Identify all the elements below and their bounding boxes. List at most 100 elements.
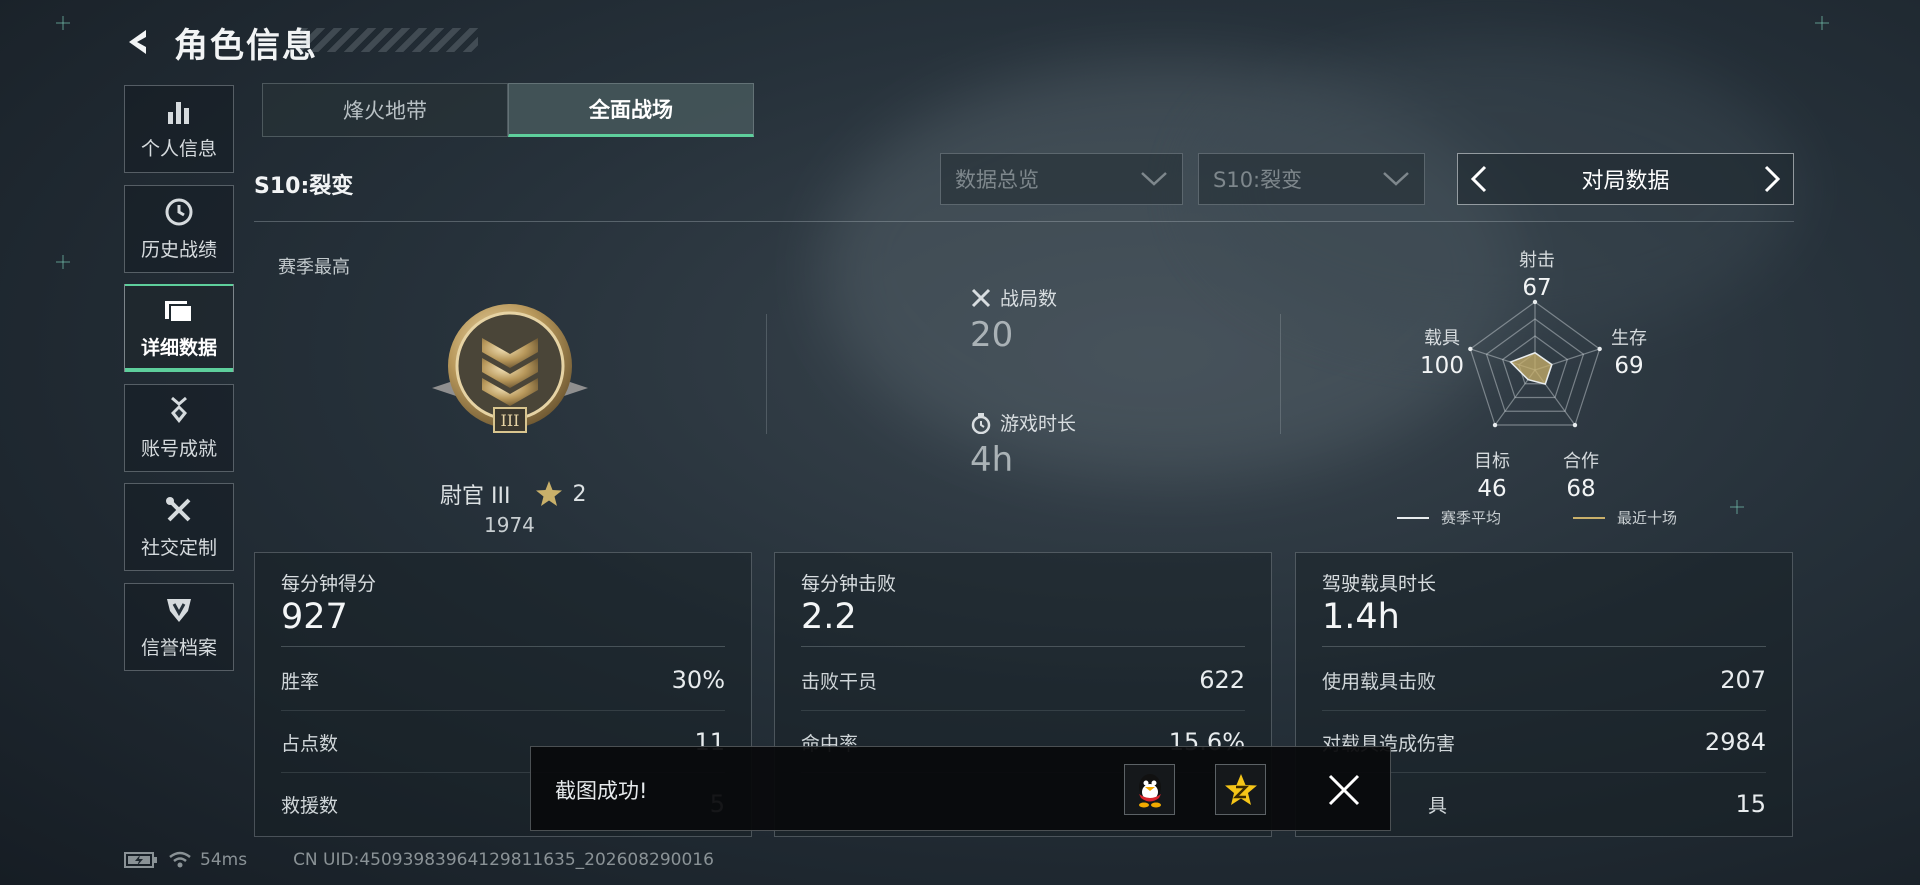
sidebar-item-label: 详细数据 xyxy=(140,336,217,359)
legend-label: 赛季平均 xyxy=(1441,509,1502,527)
divider xyxy=(1322,646,1766,647)
radar-axis-value: 46 xyxy=(1477,476,1507,502)
rank-name: 尉官 III xyxy=(440,484,511,509)
player-uid: CN UID:4509398396412981163​5_20260829001… xyxy=(293,850,714,870)
corner-marker xyxy=(1815,16,1829,30)
toast-message: 截图成功! xyxy=(555,779,648,803)
stat-row: 使用载具击败 207 xyxy=(1322,649,1766,711)
radar-axis-value: 67 xyxy=(1522,275,1552,301)
share-qzone-button[interactable] xyxy=(1215,764,1266,815)
clock-icon xyxy=(165,198,193,225)
screenshot-toast: 截图成功! xyxy=(530,746,1391,831)
playtime-stat: 游戏时长 4h xyxy=(970,409,1076,480)
radar-chart xyxy=(1468,299,1602,428)
back-button[interactable] xyxy=(124,27,154,57)
divider xyxy=(254,221,1794,222)
medal-icon xyxy=(171,396,187,423)
rank-badge-numeral: III xyxy=(501,411,520,430)
stat-value: 15 xyxy=(1735,790,1766,818)
radar-vertex-dot xyxy=(1597,346,1602,352)
sidebar-item-social[interactable]: 社交定制 xyxy=(124,483,234,571)
season-best-label: 赛季最高 xyxy=(278,257,350,278)
stopwatch-icon xyxy=(971,412,991,434)
star-icon xyxy=(1224,773,1257,805)
stat-type-switcher: 对局数据 xyxy=(1457,153,1794,205)
overview-dropdown[interactable]: 数据总览 xyxy=(940,153,1183,205)
penguin-icon xyxy=(1138,773,1161,807)
radar-axis-label: 射击 xyxy=(1519,250,1555,271)
stat-label: 占点数 xyxy=(281,732,339,755)
rank-points: 1974 xyxy=(484,513,535,537)
title-decoration xyxy=(300,28,478,52)
radar-vertex-dot xyxy=(1468,346,1473,352)
radar-axis-value: 100 xyxy=(1420,353,1464,379)
sidebar-item-label: 个人信息 xyxy=(140,137,217,160)
page-title: 角色信息 xyxy=(174,25,318,66)
legend-swatch xyxy=(1573,516,1605,519)
corner-marker xyxy=(56,16,70,30)
star-icon xyxy=(536,481,563,506)
card-title: 驾驶载具时长 xyxy=(1322,573,1437,595)
close-icon[interactable] xyxy=(1327,773,1361,807)
sidebar-item-label: 社交定制 xyxy=(140,536,217,559)
card-main-value: 1.4h xyxy=(1322,597,1400,637)
chevron-down-icon xyxy=(1383,172,1409,186)
radar-vertex-dot xyxy=(1492,422,1498,428)
header: 角色信息 xyxy=(124,18,318,66)
radar-axis-value: 68 xyxy=(1566,476,1596,502)
playtime-value: 4h xyxy=(970,440,1014,480)
radar-data-polygon xyxy=(1509,351,1553,386)
season-label: S10:裂变 xyxy=(254,174,354,199)
chevron-down-icon xyxy=(1141,172,1167,186)
tab-full-battlefield[interactable]: 全面战场 xyxy=(508,83,754,137)
card-main-value: 2.2 xyxy=(801,597,857,637)
stat-value: 30% xyxy=(671,666,725,694)
corner-marker xyxy=(1730,500,1744,514)
stat-label: 胜率 xyxy=(281,670,320,693)
back-arrow-icon xyxy=(129,30,146,54)
share-qq-button[interactable] xyxy=(1124,764,1175,815)
tab-hazard-zone[interactable]: 烽火地带 xyxy=(262,83,508,137)
sidebar-item-credit[interactable]: 信誉档案 xyxy=(124,583,234,671)
radar-axis-label: 合作 xyxy=(1563,451,1599,472)
crossed-swords-icon xyxy=(971,288,991,307)
radar-axis-label: 载具 xyxy=(1424,328,1460,349)
radar-axis-label: 目标 xyxy=(1474,451,1510,472)
status-bar: 54ms CN UID:4509398396412981163​5_202608… xyxy=(124,848,714,872)
divider xyxy=(766,314,767,434)
legend-item-season-average: 赛季平均 xyxy=(1397,507,1501,528)
card-title: 每分钟击败 xyxy=(801,573,897,595)
bar-chart-icon xyxy=(168,101,189,124)
divider xyxy=(1280,314,1281,434)
dropdown-value: 数据总览 xyxy=(955,168,1039,192)
sidebar-item-detailed-data[interactable]: 详细数据 xyxy=(124,284,234,372)
sidebar-item-label: 账号成就 xyxy=(140,437,217,460)
rank-stars: 2 xyxy=(572,481,587,507)
card-main-value: 927 xyxy=(281,597,348,637)
sidebar-item-achievements[interactable]: 账号成就 xyxy=(124,384,234,472)
sidebar-item-personal-info[interactable]: 个人信息 xyxy=(124,85,234,173)
divider xyxy=(801,646,1245,647)
dropdown-value: S10:裂变 xyxy=(1213,168,1303,192)
rank-badge-icon: III xyxy=(432,304,588,433)
chevron-left-icon[interactable] xyxy=(1468,164,1490,194)
chevron-right-icon[interactable] xyxy=(1761,164,1783,194)
legend-label: 最近十场 xyxy=(1617,509,1678,527)
corner-marker xyxy=(56,255,70,269)
shield-icon xyxy=(167,598,191,622)
sidebar-item-history[interactable]: 历史战绩 xyxy=(124,185,234,273)
matches-stat: 战局数 20 xyxy=(970,284,1057,355)
radar-vertex-dot xyxy=(1572,422,1578,428)
matches-value: 20 xyxy=(970,315,1014,355)
stat-row: 胜率 30% xyxy=(281,649,725,711)
season-dropdown[interactable]: S10:裂变 xyxy=(1198,153,1425,205)
stat-label: 救援数 xyxy=(281,794,339,817)
matches-label: 战局数 xyxy=(1000,288,1058,310)
sidebar-item-label: 历史战绩 xyxy=(140,238,217,261)
stat-type-label: 对局数据 xyxy=(1581,169,1670,194)
stat-value: 622 xyxy=(1199,666,1245,694)
sidebar-item-label: 信誉档案 xyxy=(140,636,217,659)
legend-item-recent-ten: 最近十场 xyxy=(1573,507,1677,528)
stat-value: 207 xyxy=(1720,666,1766,694)
folder-icon xyxy=(165,300,193,323)
